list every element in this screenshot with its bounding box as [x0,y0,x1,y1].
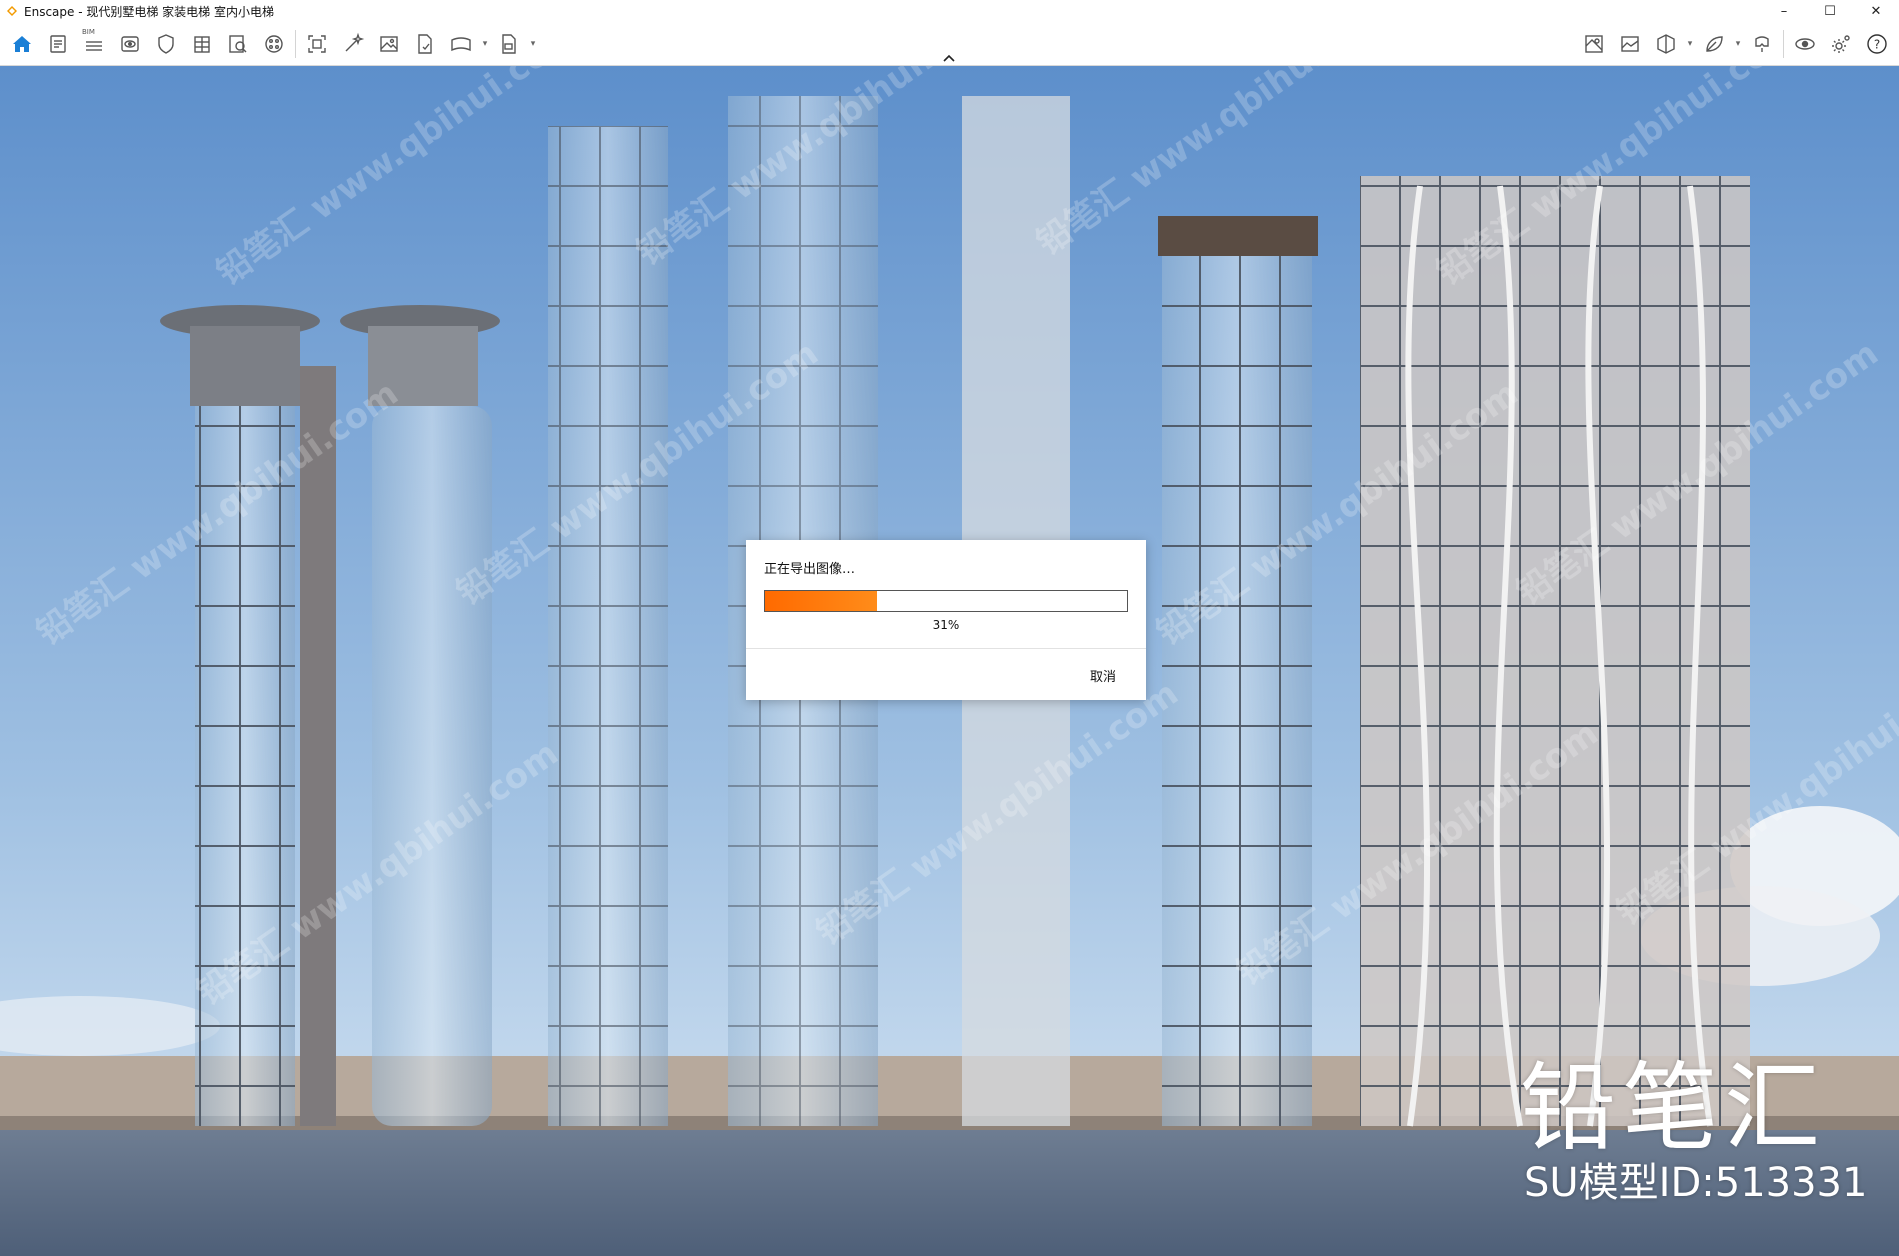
shield-icon [158,34,174,54]
progress-percentage: 31% [932,618,960,632]
image-button[interactable] [371,28,407,60]
title-bar: Enscape - 现代别墅电梯 家装电梯 室内小电梯 – ☐ ✕ [0,0,1899,22]
toolbar-separator-right [1783,30,1784,58]
home-button[interactable] [4,28,40,60]
home-icon [13,36,31,52]
window-title: Enscape - 现代别墅电梯 家装电梯 室内小电梯 [24,4,274,19]
image-icon [380,36,398,52]
search-doc-icon [229,35,247,53]
export-file-icon [418,34,432,54]
map-button[interactable] [1576,28,1612,60]
building-icon [194,36,210,53]
minimize-button[interactable]: – [1761,0,1807,22]
bim-label: BIM [82,28,95,36]
export-progress-dialog: 正在导出图像… 31% 取消 [746,540,1146,700]
settings-button[interactable] [1823,28,1859,60]
progress-bar-fill [765,591,878,611]
cube-icon [1657,34,1675,54]
enscape-logo-icon [7,6,17,16]
leaf-icon [1706,36,1723,52]
leaf-button[interactable] [1696,28,1732,60]
video-export-icon [502,34,516,54]
cancel-button[interactable]: 取消 [1090,666,1116,685]
building-button[interactable] [184,28,220,60]
progress-bar [764,590,1128,612]
help-button[interactable]: ? [1859,28,1895,60]
vr-headset-icon [1755,36,1769,52]
export-file-button[interactable] [407,28,443,60]
window-controls: – ☐ ✕ [1761,0,1899,22]
search-document-button[interactable] [220,28,256,60]
cube-dropdown[interactable]: ▾ [1684,28,1696,60]
view-button[interactable] [112,28,148,60]
gallery-button[interactable] [1612,28,1648,60]
visibility-icon [1795,38,1815,50]
vr-headset-button[interactable] [1744,28,1780,60]
visibility-button[interactable] [1787,28,1823,60]
bim-button[interactable]: BIM [76,28,112,60]
maximize-button[interactable]: ☐ [1807,0,1853,22]
toolbar-left-group: BIM ▾ ▾ [4,28,539,60]
screenshot-button[interactable] [299,28,335,60]
cube-button[interactable] [1648,28,1684,60]
panorama-icon [451,37,471,52]
brand-watermark: 铅笔汇 [1520,1052,1826,1164]
eye-view-icon [121,36,139,52]
magic-wand-button[interactable] [335,28,371,60]
help-glyph: ? [1874,38,1880,52]
collapse-toolbar-chevron-icon[interactable] [940,52,958,64]
palette-button[interactable] [256,28,292,60]
toolbar-right-group: ▾ ▾ ? [1576,28,1895,60]
dialog-title: 正在导出图像… [764,562,856,577]
toolbar-separator [295,30,296,58]
settings-icon [1832,35,1850,53]
map-icon [1585,35,1603,53]
screenshot-icon [308,35,326,53]
panorama-button[interactable] [443,28,479,60]
dialog-divider [746,648,1146,649]
magic-wand-icon [345,32,365,52]
document-icon [50,35,66,53]
panorama-dropdown[interactable]: ▾ [479,28,491,60]
palette-icon [265,35,283,53]
help-icon: ? [1867,34,1887,54]
close-button[interactable]: ✕ [1853,0,1899,22]
gallery-icon [1621,36,1639,52]
shield-button[interactable] [148,28,184,60]
model-id-watermark: SU模型ID:513331 [1524,1160,1868,1206]
video-export-dropdown[interactable]: ▾ [527,28,539,60]
leaf-dropdown[interactable]: ▾ [1732,28,1744,60]
document-button[interactable] [40,28,76,60]
video-export-button[interactable] [491,28,527,60]
